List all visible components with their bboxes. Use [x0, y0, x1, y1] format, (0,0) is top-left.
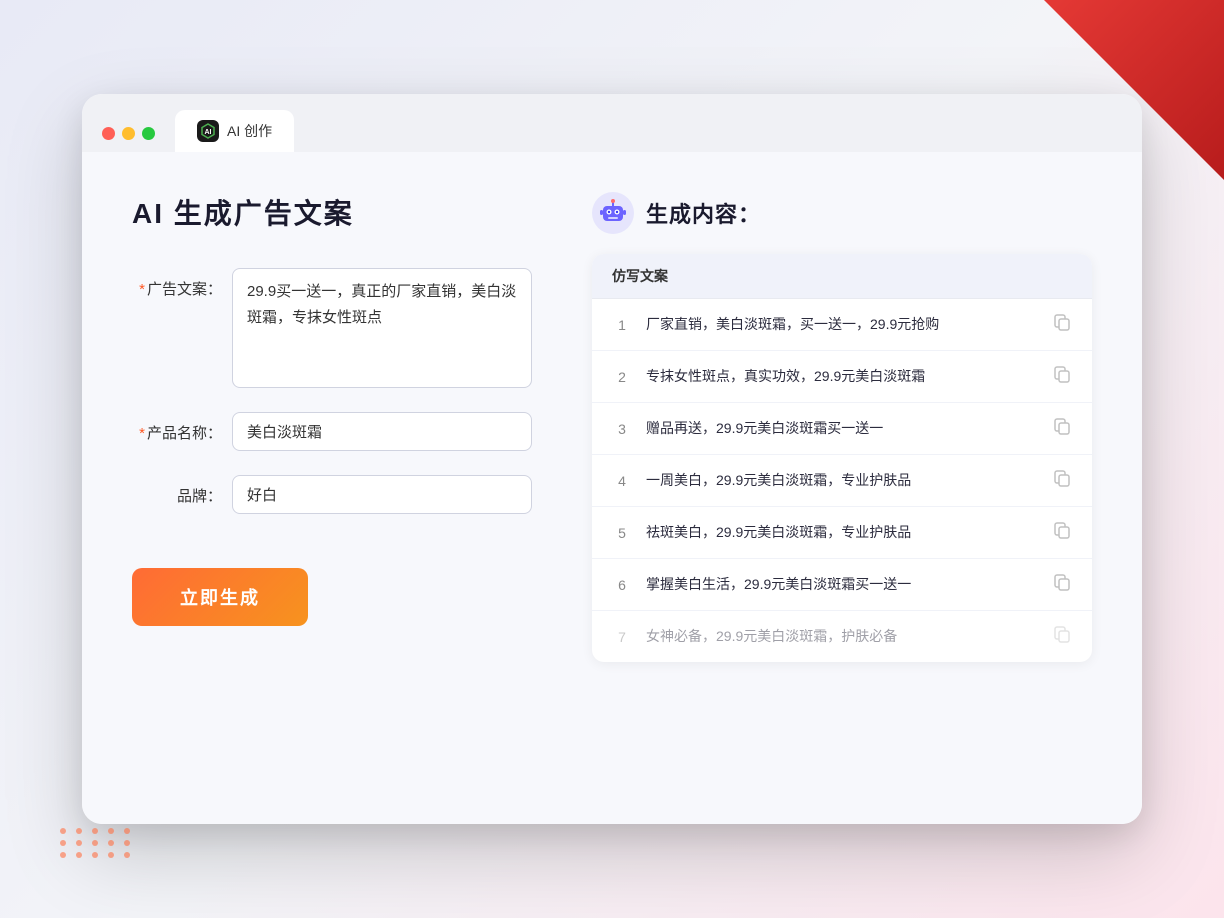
brand-label: 品牌： [132, 475, 222, 506]
ai-tab-icon: AI [197, 120, 219, 142]
row-number: 4 [612, 473, 632, 489]
dots-decoration [60, 828, 134, 858]
table-row: 2 专抹女性斑点，真实功效，29.9元美白淡斑霜 [592, 351, 1092, 403]
table-row: 6 掌握美白生活，29.9元美白淡斑霜买一送一 [592, 559, 1092, 611]
product-name-group: *产品名称： [132, 412, 532, 451]
table-row: 5 祛斑美白，29.9元美白淡斑霜，专业护肤品 [592, 507, 1092, 559]
result-title: 生成内容： [646, 197, 761, 229]
table-row: 3 赠品再送，29.9元美白淡斑霜买一送一 [592, 403, 1092, 455]
table-header: 仿写文案 [592, 254, 1092, 299]
copy-button[interactable] [1052, 468, 1072, 493]
product-name-label: *产品名称： [132, 412, 222, 443]
ad-copy-label: *广告文案： [132, 268, 222, 299]
generate-button[interactable]: 立即生成 [132, 568, 308, 626]
traffic-light-green[interactable] [142, 127, 155, 140]
product-name-required: * [139, 425, 145, 442]
row-number: 6 [612, 577, 632, 593]
row-text: 祛斑美白，29.9元美白淡斑霜，专业护肤品 [646, 522, 1038, 543]
row-number: 5 [612, 525, 632, 541]
ad-copy-input[interactable] [232, 268, 532, 388]
product-name-input[interactable] [232, 412, 532, 451]
row-text: 女神必备，29.9元美白淡斑霜，护肤必备 [646, 626, 1038, 647]
brand-group: 品牌： [132, 475, 532, 514]
copy-button[interactable] [1052, 624, 1072, 649]
row-text: 专抹女性斑点，真实功效，29.9元美白淡斑霜 [646, 366, 1038, 387]
svg-text:AI: AI [205, 129, 212, 136]
traffic-lights [102, 127, 155, 140]
copy-button[interactable] [1052, 416, 1072, 441]
traffic-light-red[interactable] [102, 127, 115, 140]
ad-copy-required: * [139, 281, 145, 298]
page-title: AI 生成广告文案 [132, 192, 532, 232]
copy-button[interactable] [1052, 312, 1072, 337]
robot-icon [592, 192, 634, 234]
row-number: 7 [612, 629, 632, 645]
row-text: 掌握美白生活，29.9元美白淡斑霜买一送一 [646, 574, 1038, 595]
result-header: 生成内容： [592, 192, 1092, 234]
right-panel: 生成内容： 仿写文案 1 厂家直销，美白淡斑霜，买一送一，29.9元抢购 2 专抹女… [592, 192, 1092, 784]
browser-window: AI AI 创作 AI 生成广告文案 *广告文案： *产品名称： [82, 94, 1142, 824]
table-row: 4 一周美白，29.9元美白淡斑霜，专业护肤品 [592, 455, 1092, 507]
copy-button[interactable] [1052, 572, 1072, 597]
row-number: 1 [612, 317, 632, 333]
copy-button[interactable] [1052, 364, 1072, 389]
copy-button[interactable] [1052, 520, 1072, 545]
row-text: 赠品再送，29.9元美白淡斑霜买一送一 [646, 418, 1038, 439]
ad-copy-group: *广告文案： [132, 268, 532, 388]
result-table: 仿写文案 1 厂家直销，美白淡斑霜，买一送一，29.9元抢购 2 专抹女性斑点，真实… [592, 254, 1092, 662]
row-number: 3 [612, 421, 632, 437]
brand-input[interactable] [232, 475, 532, 514]
row-text: 厂家直销，美白淡斑霜，买一送一，29.9元抢购 [646, 314, 1038, 335]
browser-chrome: AI AI 创作 [82, 94, 1142, 152]
browser-tab[interactable]: AI AI 创作 [175, 110, 294, 152]
browser-content: AI 生成广告文案 *广告文案： *产品名称： 品牌： 立即生成 [82, 152, 1142, 824]
row-number: 2 [612, 369, 632, 385]
traffic-light-yellow[interactable] [122, 127, 135, 140]
row-text: 一周美白，29.9元美白淡斑霜，专业护肤品 [646, 470, 1038, 491]
left-panel: AI 生成广告文案 *广告文案： *产品名称： 品牌： 立即生成 [132, 192, 532, 784]
tab-label: AI 创作 [227, 121, 272, 141]
table-row: 1 厂家直销，美白淡斑霜，买一送一，29.9元抢购 [592, 299, 1092, 351]
table-row: 7 女神必备，29.9元美白淡斑霜，护肤必备 [592, 611, 1092, 662]
